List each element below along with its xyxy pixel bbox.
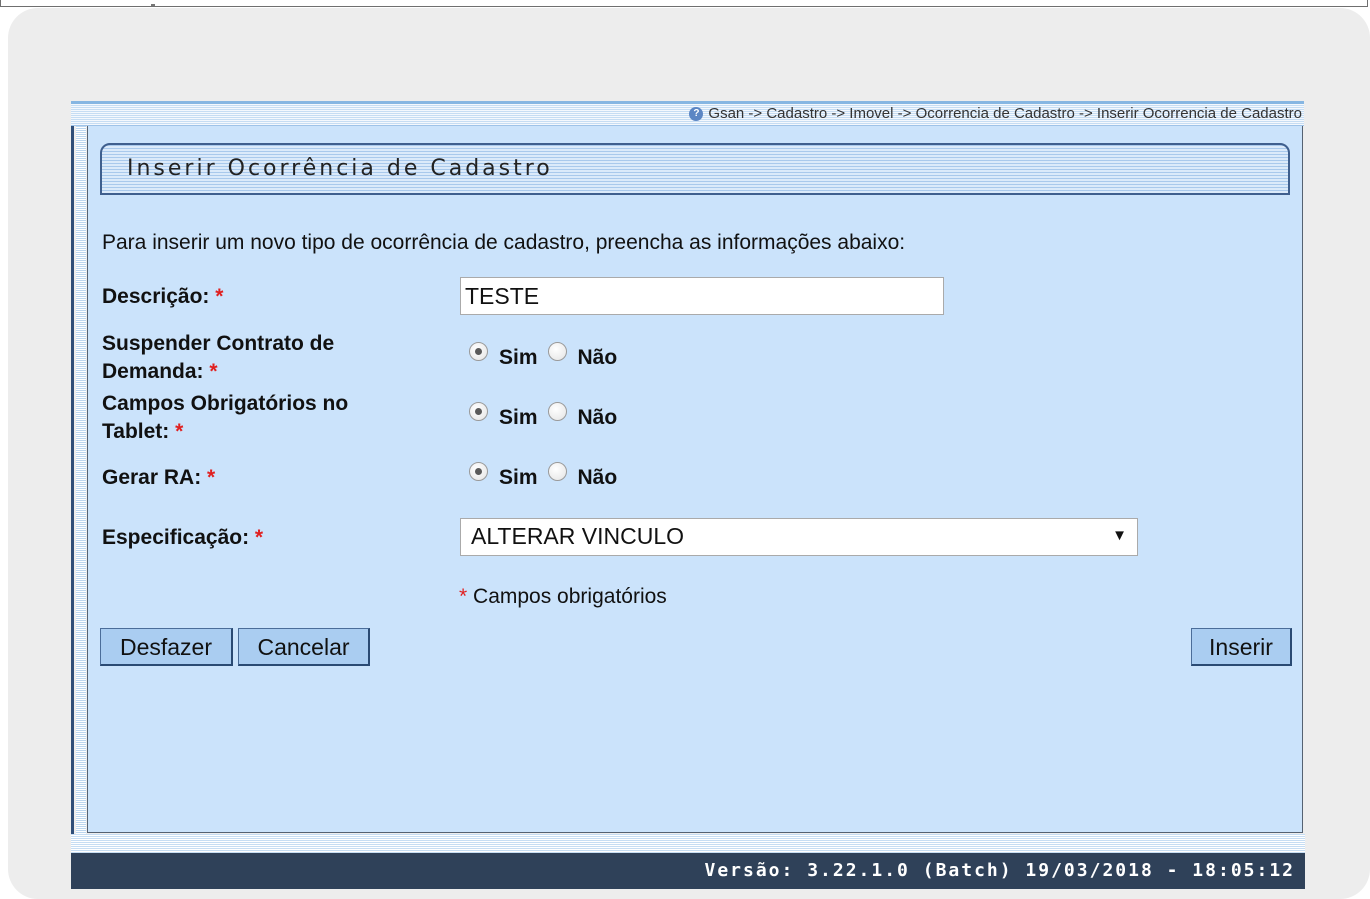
- required-marker: *: [215, 285, 224, 308]
- suspender-sim-radio[interactable]: [469, 341, 488, 361]
- suspender-label-line2: Demanda:: [102, 360, 204, 383]
- breadcrumb-text[interactable]: Gsan -> Cadastro -> Imovel -> Ocorrencia…: [708, 105, 1302, 123]
- left-decoration-stripes: [76, 126, 86, 834]
- page-title: Inserir Ocorrência de Cadastro: [127, 156, 553, 181]
- chevron-down-icon[interactable]: ▼: [1112, 527, 1127, 544]
- campos-label-line2-wrap: Tablet: *: [102, 418, 348, 446]
- gerar-ra-sim-label[interactable]: Sim: [499, 466, 538, 490]
- gerar-ra-nao-label[interactable]: Não: [578, 466, 618, 490]
- campos-sim-radio[interactable]: [469, 401, 488, 421]
- gerar-ra-nao-radio[interactable]: [547, 461, 567, 481]
- descricao-label: Descrição: *: [102, 283, 223, 311]
- top-window-strip: [0, 0, 1368, 7]
- undo-button[interactable]: Desfazer: [100, 628, 233, 666]
- required-note-text: Campos obrigatórios: [473, 585, 667, 608]
- breadcrumb-bar: ? Gsan -> Cadastro -> Imovel -> Ocorrenc…: [71, 101, 1304, 126]
- strip-tick: [151, 4, 155, 6]
- required-fields-note: * Campos obrigatórios: [459, 585, 667, 609]
- descricao-label-text: Descrição:: [102, 285, 210, 308]
- breadcrumb-top-line: [71, 101, 1304, 104]
- suspender-nao-label[interactable]: Não: [578, 346, 618, 370]
- cancel-button[interactable]: Cancelar: [238, 628, 370, 666]
- left-decoration-bar: [71, 126, 74, 834]
- required-marker: *: [209, 360, 218, 383]
- help-icon[interactable]: ?: [689, 107, 704, 121]
- left-decoration: [71, 126, 87, 834]
- version-text: Versão: 3.22.1.0 (Batch) 19/03/2018 - 18…: [704, 860, 1295, 881]
- especificacao-select[interactable]: ALTERAR VINCULO ▼: [460, 518, 1138, 556]
- suspender-nao-radio[interactable]: [547, 341, 567, 361]
- gerar-ra-sim-radio[interactable]: [469, 461, 488, 481]
- title-tab: Inserir Ocorrência de Cadastro: [100, 143, 1290, 195]
- footer-bar: Versão: 3.22.1.0 (Batch) 19/03/2018 - 18…: [71, 853, 1305, 889]
- campos-nao-radio[interactable]: [547, 401, 567, 421]
- campos-label-line2: Tablet:: [102, 420, 170, 443]
- campos-radio-group: Sim Não: [469, 401, 627, 430]
- required-marker: *: [254, 526, 264, 549]
- footer: Versão: 3.22.1.0 (Batch) 19/03/2018 - 18…: [71, 834, 1305, 889]
- suspender-sim-label[interactable]: Sim: [499, 346, 538, 370]
- campos-sim-label[interactable]: Sim: [499, 406, 538, 430]
- required-marker: *: [207, 466, 216, 489]
- suspender-label-line2-wrap: Demanda: *: [102, 358, 334, 386]
- especificacao-label: Especificação: *: [102, 524, 263, 552]
- gerar-ra-label: Gerar RA: *: [102, 464, 215, 492]
- required-marker: *: [175, 420, 184, 443]
- gerar-ra-label-text: Gerar RA:: [102, 466, 202, 489]
- insert-button[interactable]: Inserir: [1191, 628, 1292, 666]
- campos-label-line1: Campos Obrigatórios no: [102, 392, 349, 415]
- suspender-radio-group: Sim Não: [469, 341, 627, 370]
- breadcrumb: ? Gsan -> Cadastro -> Imovel -> Ocorrenc…: [689, 105, 1302, 123]
- campos-label: Campos Obrigatórios no Tablet: *: [102, 390, 348, 446]
- required-marker: *: [459, 585, 468, 608]
- campos-nao-label[interactable]: Não: [578, 406, 618, 430]
- suspender-label-line1: Suspender Contrato de: [102, 332, 335, 355]
- especificacao-label-text: Especificação:: [102, 526, 250, 549]
- intro-text: Para inserir um novo tipo de ocorrência …: [102, 231, 906, 254]
- especificacao-selected-value: ALTERAR VINCULO: [471, 523, 685, 549]
- footer-stripes: [71, 834, 1305, 853]
- descricao-input[interactable]: TESTE: [460, 277, 944, 315]
- suspender-label: Suspender Contrato de Demanda: *: [102, 330, 334, 386]
- form-panel: Inserir Ocorrência de Cadastro Para inse…: [87, 126, 1303, 833]
- gerar-ra-radio-group: Sim Não: [469, 461, 627, 490]
